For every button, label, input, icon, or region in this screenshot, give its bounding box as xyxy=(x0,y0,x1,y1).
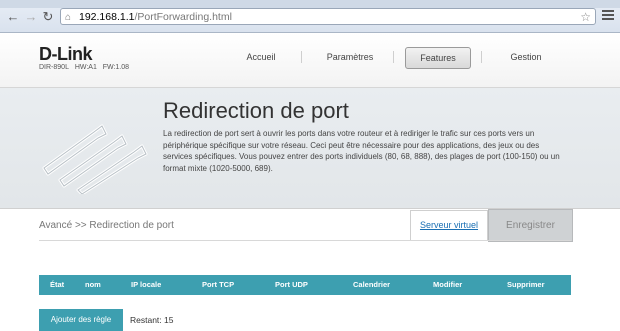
reload-icon[interactable]: ↻ xyxy=(41,10,55,24)
page-description: La redirection de port sert à ouvrir les… xyxy=(163,129,560,173)
page-title: Redirection de port xyxy=(163,98,349,123)
tab-strip xyxy=(0,0,620,8)
url-host: 192.168.1.1 xyxy=(79,11,135,23)
bookmark-star-icon[interactable]: ☆ xyxy=(580,9,591,26)
page-banner: Redirection de port La redirection de po… xyxy=(0,88,620,209)
nav-parametres[interactable]: Paramètres xyxy=(315,47,385,67)
nav-divider xyxy=(301,51,302,63)
column-nom: nom xyxy=(85,280,101,289)
breadcrumb: Avancé >> Redirection de port xyxy=(39,220,174,231)
column-port-tcp: Port TCP xyxy=(202,280,235,289)
port-forwarding-arrows-icon xyxy=(42,124,148,194)
browser-toolbar: ← → ↻ ⌂ 192.168.1.1/PortForwarding.html … xyxy=(0,0,620,33)
menu-icon[interactable] xyxy=(602,10,614,22)
model-name: DIR-890L xyxy=(39,64,69,71)
address-bar[interactable]: ⌂ 192.168.1.1/PortForwarding.html ☆ xyxy=(60,8,596,25)
column-modifier: Modifier xyxy=(433,280,463,289)
nav-accueil[interactable]: Accueil xyxy=(230,47,292,67)
device-info: DIR-890L HW:A1 FW:1.08 xyxy=(39,64,129,71)
page-header: D-Link DIR-890L HW:A1 FW:1.08 Accueil Pa… xyxy=(0,33,620,88)
page-icon: ⌂ xyxy=(65,12,72,23)
content-area: Avancé >> Redirection de port Serveur vi… xyxy=(0,209,620,331)
router-page: D-Link DIR-890L HW:A1 FW:1.08 Accueil Pa… xyxy=(0,33,620,331)
nav-divider xyxy=(481,51,482,63)
column-ip-locale: IP locale xyxy=(131,280,162,289)
url-path: /PortForwarding.html xyxy=(134,11,232,23)
save-button[interactable]: Enregistrer xyxy=(488,209,573,242)
column-port-udp: Port UDP xyxy=(275,280,308,289)
rules-table-header: État nom IP locale Port TCP Port UDP Cal… xyxy=(39,275,571,295)
divider xyxy=(39,240,571,241)
dlink-logo: D-Link xyxy=(39,44,93,64)
remaining-count: Restant: 15 xyxy=(130,315,174,325)
forward-arrow-icon[interactable]: → xyxy=(24,10,38,24)
nav-gestion[interactable]: Gestion xyxy=(495,47,557,67)
nav-features[interactable]: Features xyxy=(405,47,471,69)
column-etat: État xyxy=(50,280,65,289)
add-rule-button[interactable]: Ajouter des règle xyxy=(39,309,123,331)
nav-divider xyxy=(393,51,394,63)
column-supprimer: Supprimer xyxy=(507,280,545,289)
column-calendrier: Calendrier xyxy=(353,280,391,289)
hardware-version: HW:A1 xyxy=(74,64,97,71)
firmware-version: FW:1.08 xyxy=(102,64,130,71)
back-arrow-icon[interactable]: ← xyxy=(6,10,20,24)
virtual-server-link[interactable]: Serveur virtuel xyxy=(410,210,488,241)
